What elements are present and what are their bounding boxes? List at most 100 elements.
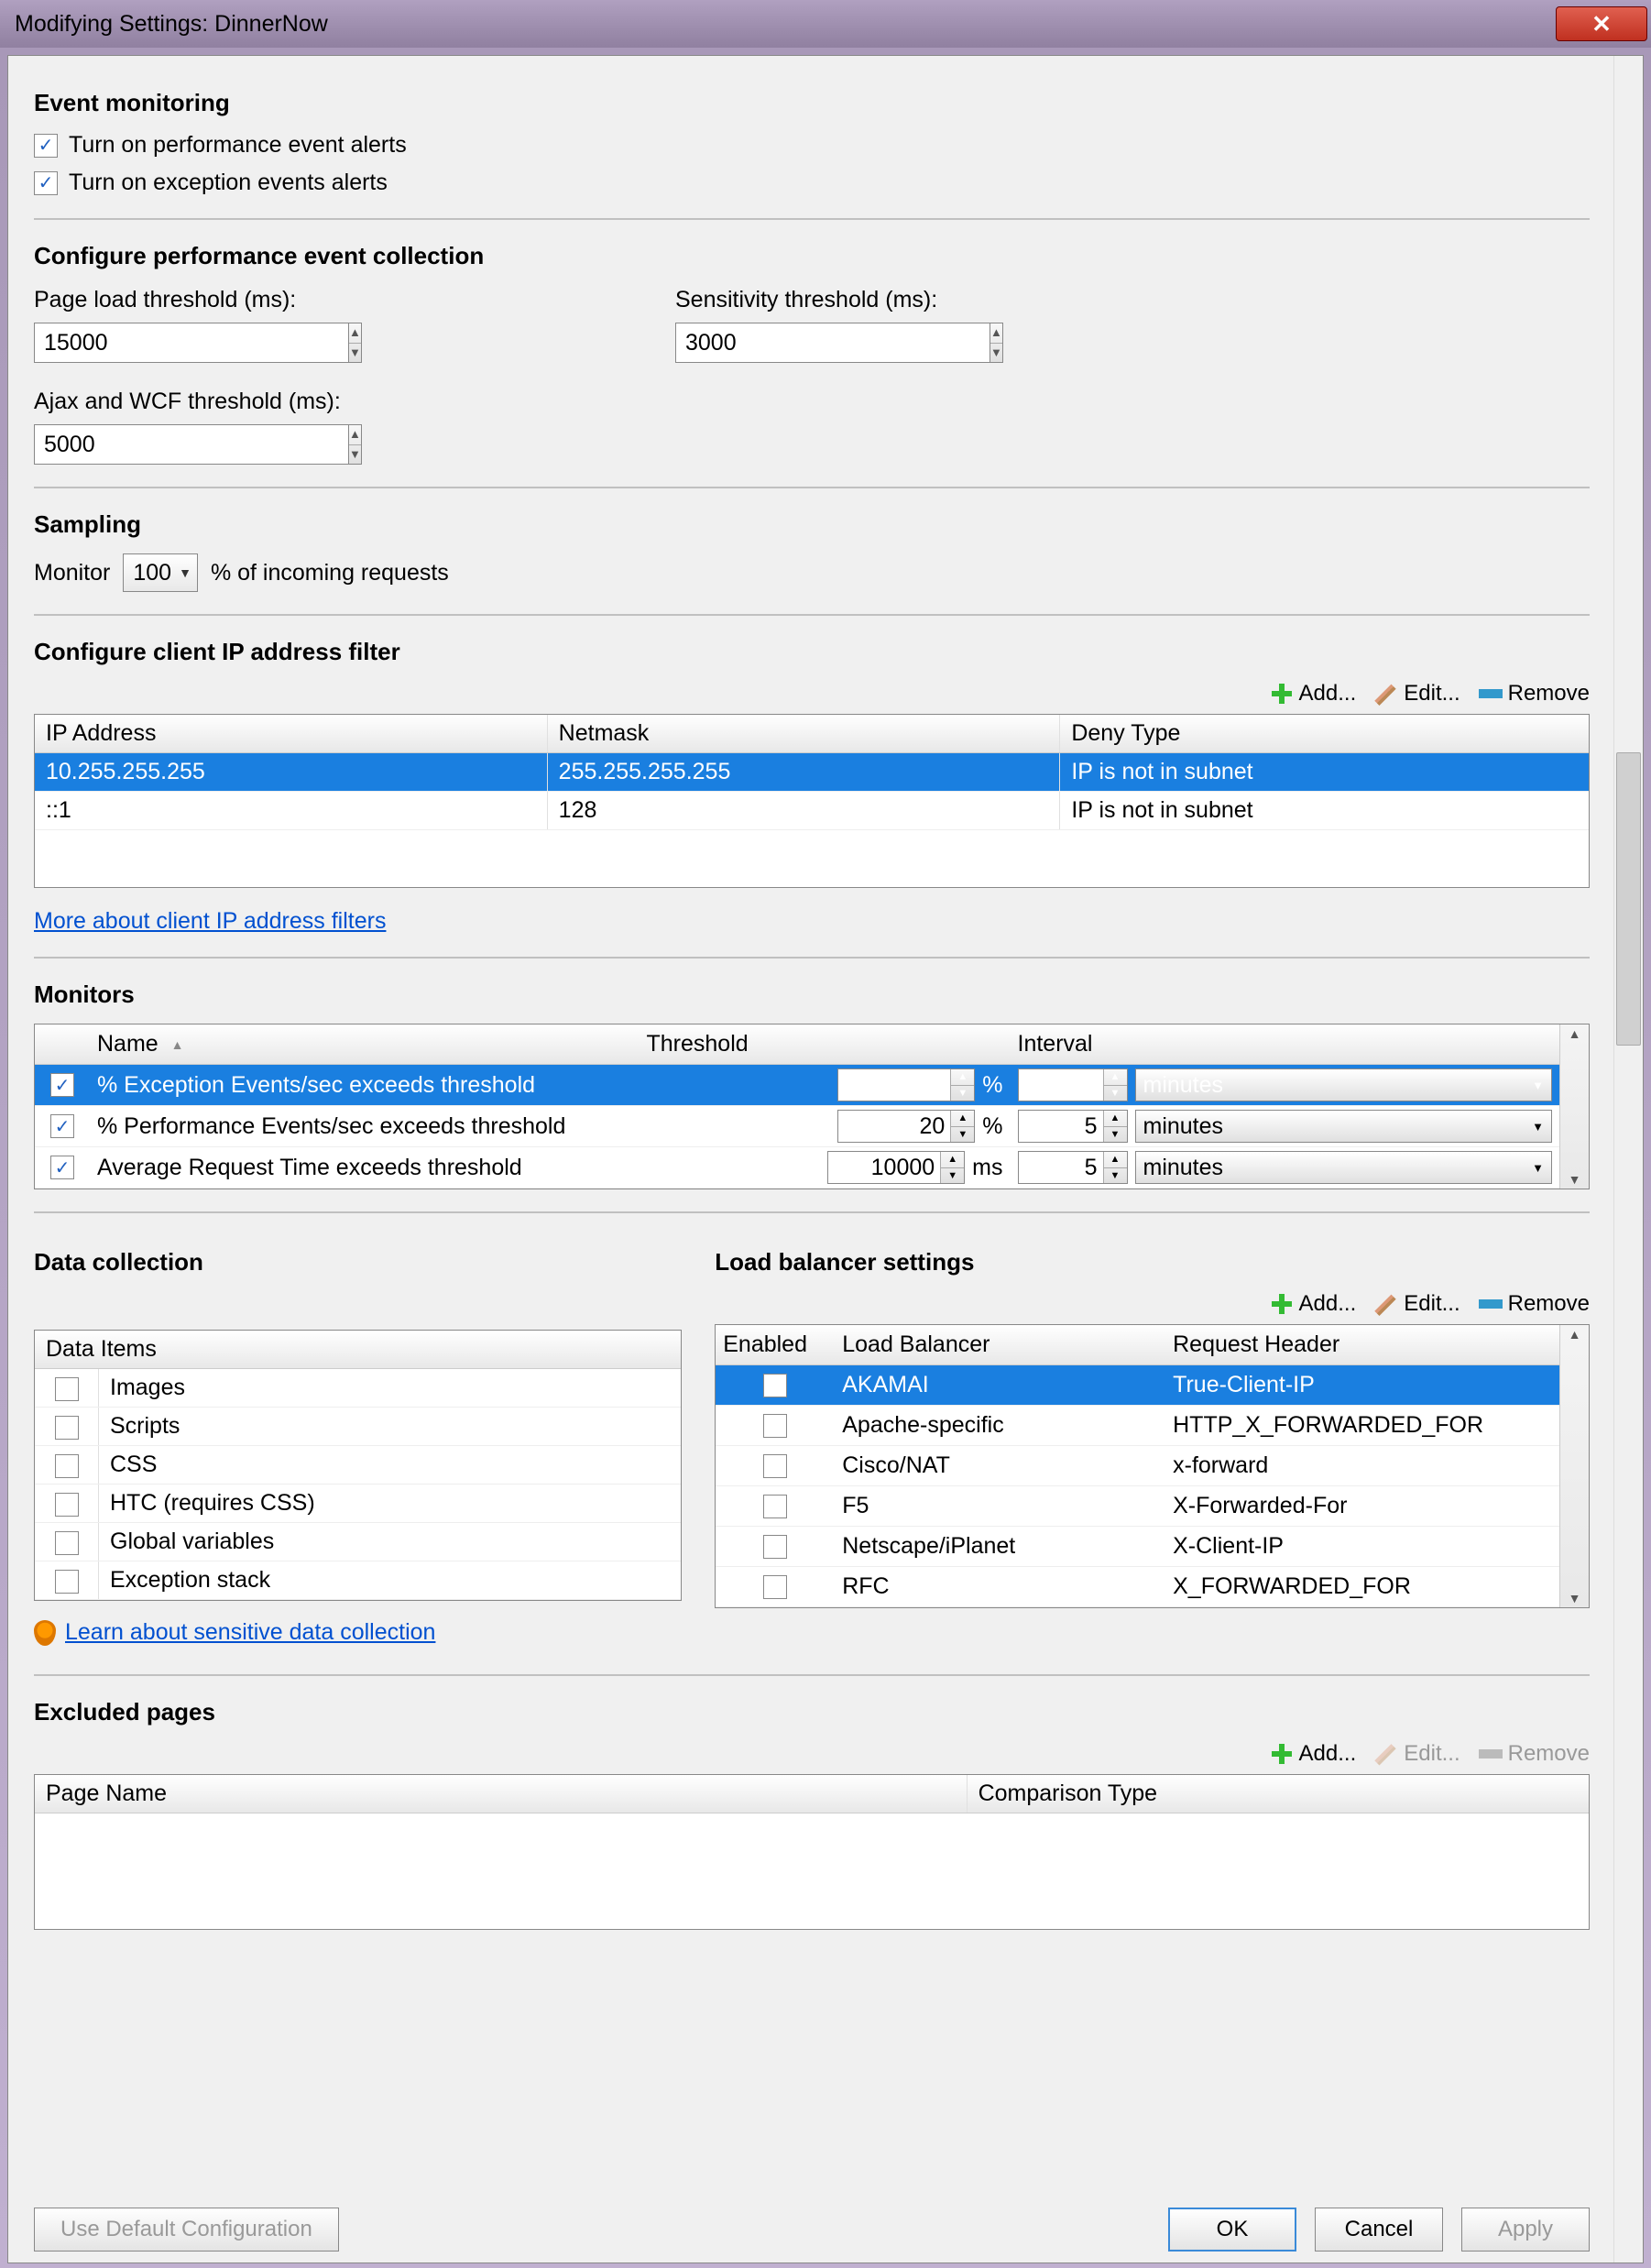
checkbox[interactable]: ✓ (55, 1570, 79, 1594)
checkbox[interactable]: ✓ (55, 1454, 79, 1478)
table-row[interactable]: ✓Average Request Time exceeds threshold1… (35, 1147, 1559, 1189)
checkbox-perf-alerts[interactable]: ✓ (34, 134, 58, 158)
table-row[interactable]: ::1128IP is not in subnet (35, 792, 1589, 830)
col-mon-interval[interactable]: Interval (1011, 1024, 1560, 1064)
table-row[interactable]: ✓% Exception Events/sec exceeds threshol… (35, 1065, 1559, 1106)
section-load-balancer: Load balancer settings (715, 1248, 1590, 1276)
checkbox[interactable]: ✓ (50, 1073, 74, 1097)
list-item[interactable]: ✓HTC (requires CSS) (35, 1485, 681, 1523)
interval-input[interactable]: 5▲▼ (1018, 1110, 1128, 1143)
edit-button[interactable]: Edit... (1374, 681, 1460, 707)
close-icon: ✕ (1591, 10, 1612, 38)
input-sensitivity[interactable] (675, 323, 990, 363)
scroll-down-icon: ▼ (1569, 1172, 1581, 1187)
ok-button[interactable]: OK (1168, 2208, 1296, 2252)
select-monitor-pct[interactable]: 100 ▼ (123, 553, 198, 592)
link-sensitive-data[interactable]: Learn about sensitive data collection (65, 1619, 435, 1646)
list-item[interactable]: ✓Exception stack (35, 1561, 681, 1600)
interval-unit-select[interactable]: minutes▼ (1135, 1068, 1553, 1101)
apply-button[interactable]: Apply (1461, 2208, 1590, 2252)
link-ip-filter-more[interactable]: More about client IP address filters (34, 908, 386, 934)
input-page-load[interactable] (34, 323, 348, 363)
section-sampling: Sampling (34, 510, 1590, 539)
label-page-load: Page load threshold (ms): (34, 287, 345, 313)
interval-unit-select[interactable]: minutes▼ (1135, 1110, 1553, 1143)
interval-input[interactable]: 5▲▼ (1018, 1151, 1128, 1184)
list-item[interactable]: ✓Images (35, 1369, 681, 1408)
col-lb-name[interactable]: Load Balancer (835, 1325, 1165, 1364)
spin-page-load[interactable]: ▲▼ (348, 323, 362, 363)
col-ip[interactable]: IP Address (35, 715, 548, 752)
add-button[interactable]: Add... (1270, 681, 1357, 707)
col-mon-name[interactable]: Name ▲ (90, 1024, 640, 1064)
dialog-body: Event monitoring ✓ Turn on performance e… (7, 55, 1644, 2263)
spin-ajax[interactable]: ▲▼ (348, 424, 362, 465)
checkbox[interactable]: ✓ (763, 1535, 787, 1559)
interval-unit-select[interactable]: minutes▼ (1135, 1151, 1553, 1184)
monitors-scrollbar[interactable]: ▲ ▼ (1559, 1024, 1589, 1189)
checkbox[interactable]: ✓ (55, 1493, 79, 1517)
scrollbar-thumb[interactable] (1616, 752, 1641, 1046)
chevron-down-icon: ▼ (179, 565, 191, 580)
lb-scrollbar[interactable]: ▲ ▼ (1559, 1325, 1589, 1607)
table-row[interactable]: ✓% Performance Events/sec exceeds thresh… (35, 1106, 1559, 1147)
table-row[interactable]: ✓Apache-specificHTTP_X_FORWARDED_FOR (716, 1406, 1559, 1446)
ex-remove-button[interactable]: Remove (1479, 1741, 1590, 1767)
col-ex-page[interactable]: Page Name (35, 1775, 968, 1813)
remove-button[interactable]: Remove (1479, 681, 1590, 707)
spin-sensitivity[interactable]: ▲▼ (990, 323, 1003, 363)
input-ajax[interactable] (34, 424, 348, 465)
plus-icon (1270, 1292, 1294, 1316)
checkbox[interactable]: ✓ (763, 1414, 787, 1438)
lb-remove-button[interactable]: Remove (1479, 1291, 1590, 1317)
scrollbar-vertical[interactable] (1613, 56, 1643, 2263)
minus-icon (1479, 1299, 1503, 1309)
checkbox[interactable]: ✓ (55, 1531, 79, 1555)
table-row[interactable]: 10.255.255.255255.255.255.255IP is not i… (35, 753, 1589, 792)
col-data-items[interactable]: Data Items (35, 1331, 681, 1368)
close-button[interactable]: ✕ (1556, 6, 1647, 41)
table-row[interactable]: ✓RFCX_FORWARDED_FOR (716, 1567, 1559, 1607)
table-row[interactable]: ✓Cisco/NATx-forward (716, 1446, 1559, 1486)
checkbox[interactable]: ✓ (55, 1416, 79, 1440)
section-monitors: Monitors (34, 981, 1590, 1009)
shield-icon (34, 1620, 56, 1646)
col-lb-header[interactable]: Request Header (1165, 1325, 1559, 1364)
interval-input[interactable]: 5▲▼ (1018, 1068, 1128, 1101)
scroll-up-icon: ▲ (1569, 1327, 1581, 1342)
checkbox-exc-alerts[interactable]: ✓ (34, 171, 58, 195)
list-item[interactable]: ✓Global variables (35, 1523, 681, 1561)
threshold-input[interactable]: 10000▲▼ (827, 1151, 965, 1184)
chevron-down-icon: ▼ (1532, 1120, 1544, 1134)
lb-add-button[interactable]: Add... (1270, 1291, 1357, 1317)
data-items-table: Data Items ✓Images✓Scripts✓CSS✓HTC (requ… (34, 1330, 682, 1601)
checkbox[interactable]: ✓ (50, 1114, 74, 1138)
threshold-input[interactable]: 15▲▼ (837, 1068, 975, 1101)
col-mon-threshold[interactable]: Threshold (640, 1024, 1011, 1064)
checkbox[interactable]: ✓ (55, 1377, 79, 1401)
ex-edit-button[interactable]: Edit... (1374, 1741, 1460, 1767)
lb-edit-button[interactable]: Edit... (1374, 1291, 1460, 1317)
table-row[interactable]: ✓AKAMAITrue-Client-IP (716, 1365, 1559, 1406)
checkbox[interactable]: ✓ (50, 1156, 74, 1179)
table-row[interactable]: ✓F5X-Forwarded-For (716, 1486, 1559, 1527)
cancel-button[interactable]: Cancel (1315, 2208, 1443, 2252)
table-row[interactable]: ✓Netscape/iPlanetX-Client-IP (716, 1527, 1559, 1567)
label-ajax: Ajax and WCF threshold (ms): (34, 389, 345, 415)
threshold-input[interactable]: 20▲▼ (837, 1110, 975, 1143)
use-default-button[interactable]: Use Default Configuration (34, 2208, 339, 2252)
col-lb-enabled[interactable]: Enabled (716, 1325, 835, 1364)
ip-filter-table: IP Address Netmask Deny Type 10.255.255.… (34, 714, 1590, 888)
checkbox[interactable]: ✓ (763, 1495, 787, 1518)
plus-icon (1270, 1742, 1294, 1766)
checkbox[interactable]: ✓ (763, 1575, 787, 1599)
ex-add-button[interactable]: Add... (1270, 1741, 1357, 1767)
load-balancer-table: Enabled Load Balancer Request Header ✓AK… (715, 1324, 1590, 1608)
list-item[interactable]: ✓Scripts (35, 1408, 681, 1446)
list-item[interactable]: ✓CSS (35, 1446, 681, 1485)
col-netmask[interactable]: Netmask (548, 715, 1061, 752)
checkbox[interactable]: ✓ (763, 1454, 787, 1478)
col-deny[interactable]: Deny Type (1060, 715, 1589, 752)
col-ex-comp[interactable]: Comparison Type (968, 1775, 1589, 1813)
checkbox[interactable]: ✓ (763, 1374, 787, 1397)
